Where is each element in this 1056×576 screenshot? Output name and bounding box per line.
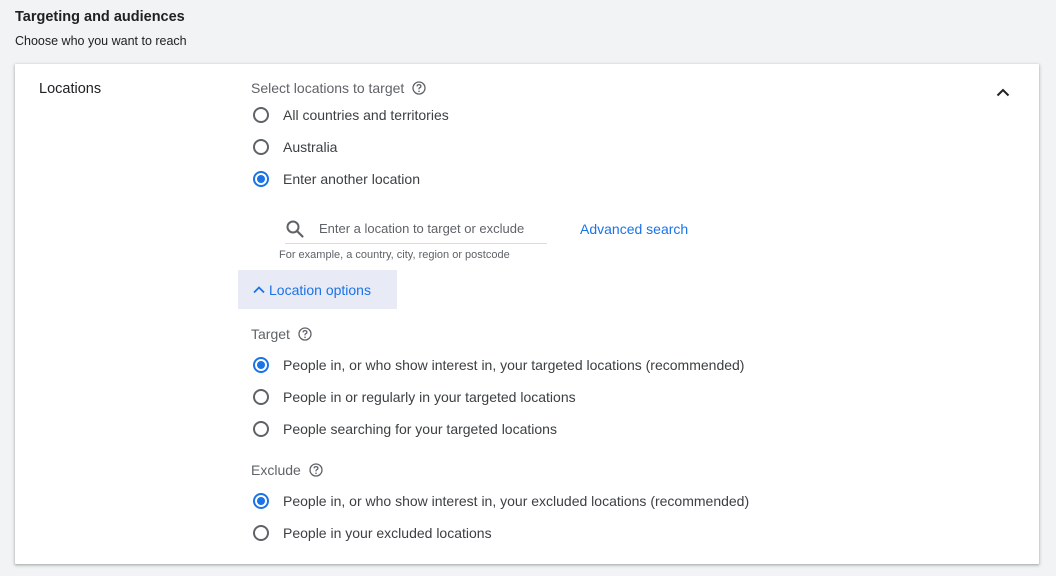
radio-button[interactable] xyxy=(253,389,269,405)
radio-target-regularly[interactable]: People in or regularly in your targeted … xyxy=(253,389,576,405)
radio-button-selected[interactable] xyxy=(253,493,269,509)
advanced-search-link[interactable]: Advanced search xyxy=(580,221,688,237)
help-icon[interactable] xyxy=(412,81,426,95)
radio-label: Enter another location xyxy=(283,171,420,187)
radio-label: People in or regularly in your targeted … xyxy=(283,389,576,405)
exclude-label-text: Exclude xyxy=(251,462,301,478)
radio-button[interactable] xyxy=(253,421,269,437)
radio-exclude-in[interactable]: People in your excluded locations xyxy=(253,525,492,541)
page-subtitle: Choose who you want to reach xyxy=(15,34,187,48)
help-icon[interactable] xyxy=(298,327,312,341)
radio-label: Australia xyxy=(283,139,338,155)
select-locations-label: Select locations to target xyxy=(251,80,426,96)
select-locations-text: Select locations to target xyxy=(251,80,405,96)
radio-all-countries[interactable]: All countries and territories xyxy=(253,107,449,123)
location-options-label: Location options xyxy=(269,281,371,298)
target-label-text: Target xyxy=(251,326,290,342)
radio-label: People searching for your targeted locat… xyxy=(283,421,557,437)
section-header: Targeting and audiences Choose who you w… xyxy=(15,8,187,49)
exclude-label: Exclude xyxy=(251,462,323,478)
chevron-up-icon xyxy=(996,88,1010,96)
locations-section-label: Locations xyxy=(39,81,102,97)
help-icon[interactable] xyxy=(309,463,323,477)
radio-enter-another-location[interactable]: Enter another location xyxy=(253,171,420,187)
radio-label: All countries and territories xyxy=(283,107,449,123)
radio-button-selected[interactable] xyxy=(253,357,269,373)
radio-button[interactable] xyxy=(253,525,269,541)
radio-button[interactable] xyxy=(253,107,269,123)
radio-label: People in, or who show interest in, your… xyxy=(283,493,750,509)
radio-button-selected[interactable] xyxy=(253,171,269,187)
radio-label: People in, or who show interest in, your… xyxy=(283,357,745,373)
locations-card: Locations Select locations to target All… xyxy=(15,64,1039,564)
chevron-up-icon xyxy=(253,285,265,293)
search-hint: For example, a country, city, region or … xyxy=(279,249,510,261)
location-search-box xyxy=(285,213,547,244)
radio-label: People in your excluded locations xyxy=(283,525,492,541)
collapse-button[interactable] xyxy=(991,80,1015,104)
radio-target-interest[interactable]: People in, or who show interest in, your… xyxy=(253,357,744,373)
page-title: Targeting and audiences xyxy=(15,9,185,25)
search-icon xyxy=(286,220,304,238)
location-options-button[interactable]: Location options xyxy=(238,270,397,309)
radio-australia[interactable]: Australia xyxy=(253,139,337,155)
radio-target-searching[interactable]: People searching for your targeted locat… xyxy=(253,421,557,437)
location-search-input[interactable] xyxy=(319,220,539,236)
target-label: Target xyxy=(251,326,312,342)
radio-button[interactable] xyxy=(253,139,269,155)
radio-exclude-interest[interactable]: People in, or who show interest in, your… xyxy=(253,493,749,509)
